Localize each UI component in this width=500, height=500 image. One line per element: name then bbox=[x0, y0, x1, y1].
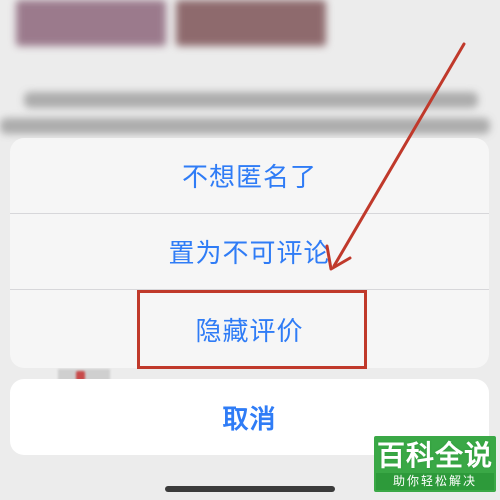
watermark-title: 百科全说 bbox=[376, 439, 493, 472]
watermark-logo: 百科全说 助你轻松解决 bbox=[376, 441, 494, 490]
action-disable-comments[interactable]: 置为不可评论 bbox=[10, 214, 489, 290]
action-hide-review[interactable]: 隐藏评价 bbox=[10, 290, 489, 368]
action-sheet: 不想匿名了 置为不可评论 隐藏评价 bbox=[10, 138, 489, 368]
blurred-photo bbox=[16, 0, 166, 46]
watermark-subtitle: 助你轻松解决 bbox=[376, 473, 494, 490]
home-indicator bbox=[165, 486, 335, 492]
action-unanonymize[interactable]: 不想匿名了 bbox=[10, 138, 489, 214]
blurred-text-line bbox=[24, 92, 478, 108]
blurred-photo bbox=[176, 0, 326, 46]
blurred-text-line bbox=[0, 118, 490, 134]
